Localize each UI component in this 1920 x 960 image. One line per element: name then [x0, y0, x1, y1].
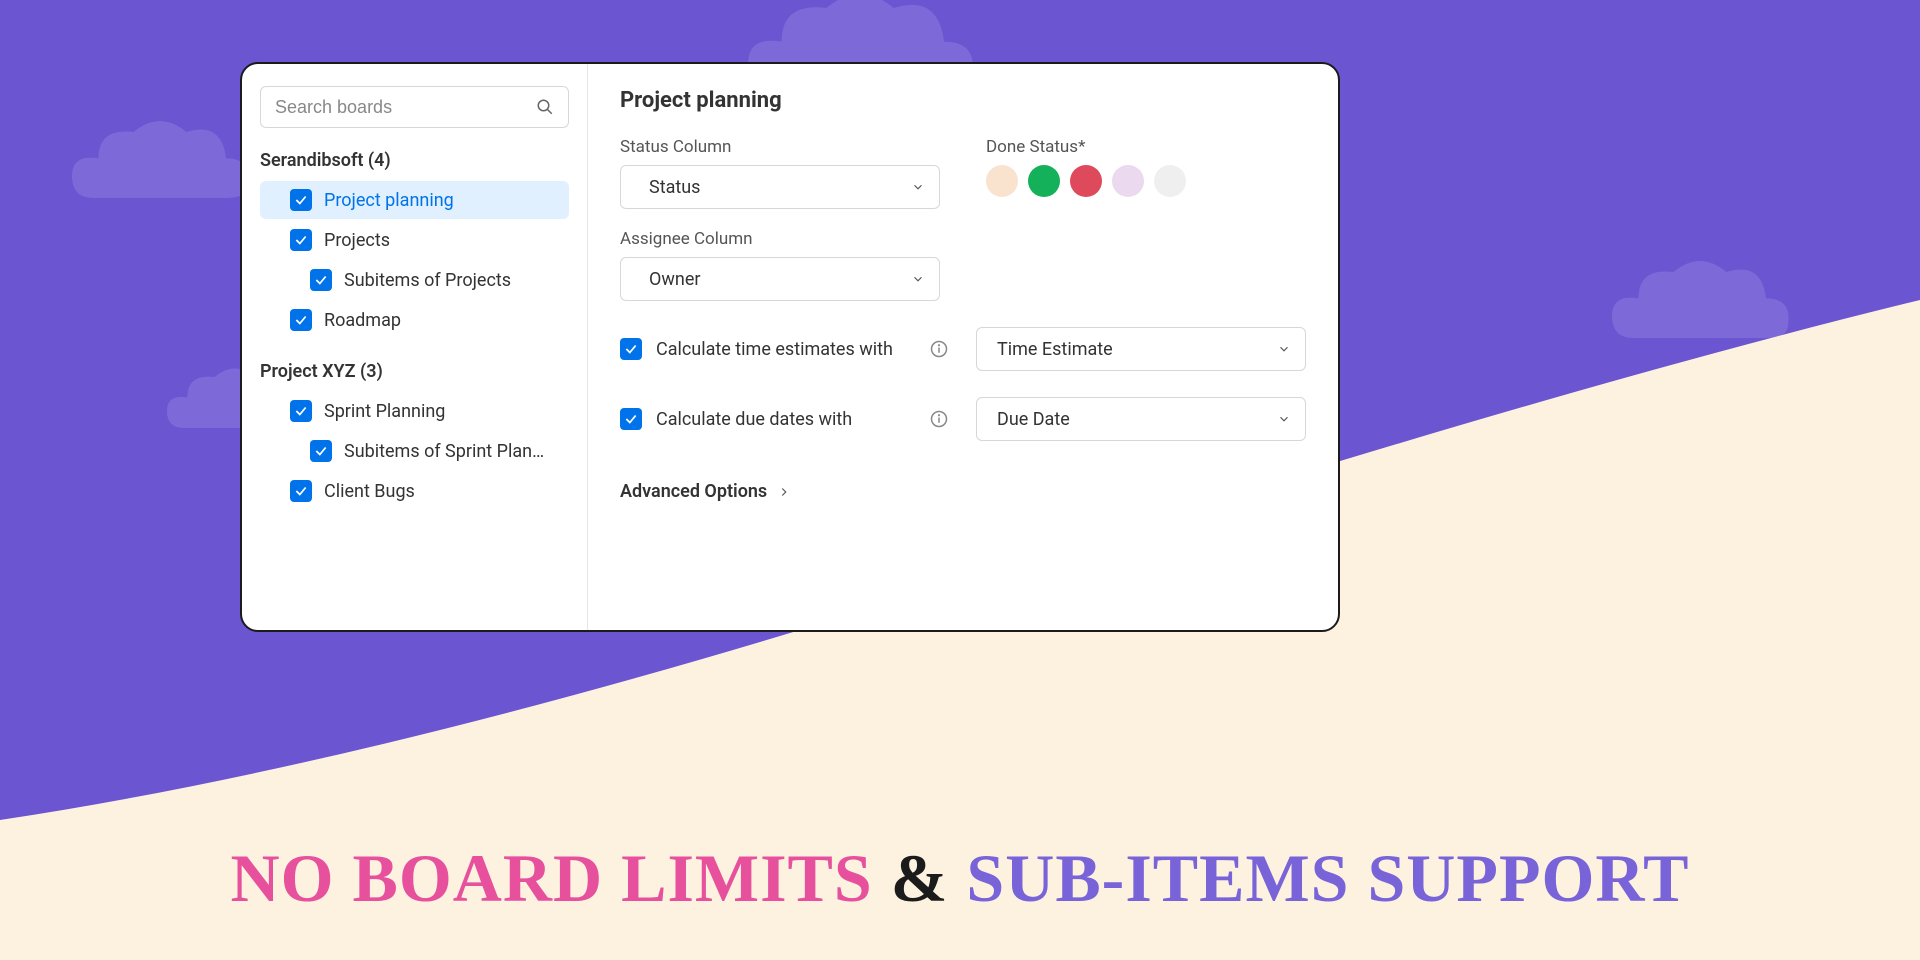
workspace-title: Serandibsoft (4): [260, 150, 569, 171]
time-estimate-select[interactable]: Time Estimate: [976, 327, 1306, 371]
chevron-down-icon: [1277, 342, 1291, 356]
assignee-column-select[interactable]: Owner: [620, 257, 940, 301]
status-column-label: Status Column: [620, 137, 940, 157]
status-color-swatch[interactable]: [986, 165, 1018, 197]
board-label: Subitems of Projects: [344, 270, 511, 291]
search-input-wrapper[interactable]: [260, 86, 569, 128]
chevron-down-icon: [911, 272, 925, 286]
tagline-amp: &: [891, 840, 949, 916]
tagline-part1: NO BOARD LIMITS: [231, 840, 873, 916]
board-label: Project planning: [324, 190, 454, 211]
due-date-label: Calculate due dates with: [656, 409, 916, 430]
status-color-swatch[interactable]: [1070, 165, 1102, 197]
due-date-select[interactable]: Due Date: [976, 397, 1306, 441]
search-input[interactable]: [275, 97, 536, 118]
settings-card: Serandibsoft (4) Project planning Projects…: [240, 62, 1340, 632]
boards-sidebar: Serandibsoft (4) Project planning Projects…: [242, 64, 588, 630]
done-status-label: Done Status*: [986, 137, 1306, 157]
board-settings-pane: Project planning Status Column Status Do…: [588, 64, 1338, 630]
board-item[interactable]: Projects: [260, 221, 569, 259]
board-item[interactable]: Client Bugs: [260, 472, 569, 510]
board-label: Projects: [324, 230, 390, 251]
board-label: Sprint Planning: [324, 401, 445, 422]
status-color-swatch[interactable]: [1154, 165, 1186, 197]
info-icon[interactable]: [930, 410, 948, 428]
status-column-select[interactable]: Status: [620, 165, 940, 209]
time-estimate-label: Calculate time estimates with: [656, 339, 916, 360]
time-estimate-checkbox[interactable]: [620, 338, 642, 360]
search-icon: [536, 98, 554, 116]
board-label: Roadmap: [324, 310, 401, 331]
board-checkbox[interactable]: [290, 400, 312, 422]
board-item[interactable]: Subitems of Projects: [260, 261, 569, 299]
due-date-checkbox[interactable]: [620, 408, 642, 430]
board-item[interactable]: Sprint Planning: [260, 392, 569, 430]
board-label: Client Bugs: [324, 481, 415, 502]
board-checkbox[interactable]: [310, 269, 332, 291]
done-status-colors: [986, 165, 1306, 197]
cloud-decoration: [50, 110, 270, 220]
status-color-swatch[interactable]: [1028, 165, 1060, 197]
board-checkbox[interactable]: [290, 480, 312, 502]
board-checkbox[interactable]: [290, 229, 312, 251]
settings-title: Project planning: [620, 88, 1306, 113]
chevron-down-icon: [911, 180, 925, 194]
board-item[interactable]: Roadmap: [260, 301, 569, 339]
info-icon[interactable]: [930, 340, 948, 358]
workspace-title: Project XYZ (3): [260, 361, 569, 382]
board-checkbox[interactable]: [310, 440, 332, 462]
board-checkbox[interactable]: [290, 309, 312, 331]
board-item[interactable]: Project planning: [260, 181, 569, 219]
tagline-part2: SUB-ITEMS SUPPORT: [966, 840, 1689, 916]
chevron-down-icon: [1277, 412, 1291, 426]
advanced-options-toggle[interactable]: Advanced Options: [620, 481, 1306, 502]
board-label: Subitems of Sprint Plan…: [344, 441, 544, 462]
board-checkbox[interactable]: [290, 189, 312, 211]
status-color-swatch[interactable]: [1112, 165, 1144, 197]
chevron-right-icon: [777, 485, 791, 499]
assignee-column-label: Assignee Column: [620, 229, 940, 249]
promo-tagline: NO BOARD LIMITS & SUB-ITEMS SUPPORT: [0, 844, 1920, 912]
board-item[interactable]: Subitems of Sprint Plan…: [260, 432, 569, 470]
